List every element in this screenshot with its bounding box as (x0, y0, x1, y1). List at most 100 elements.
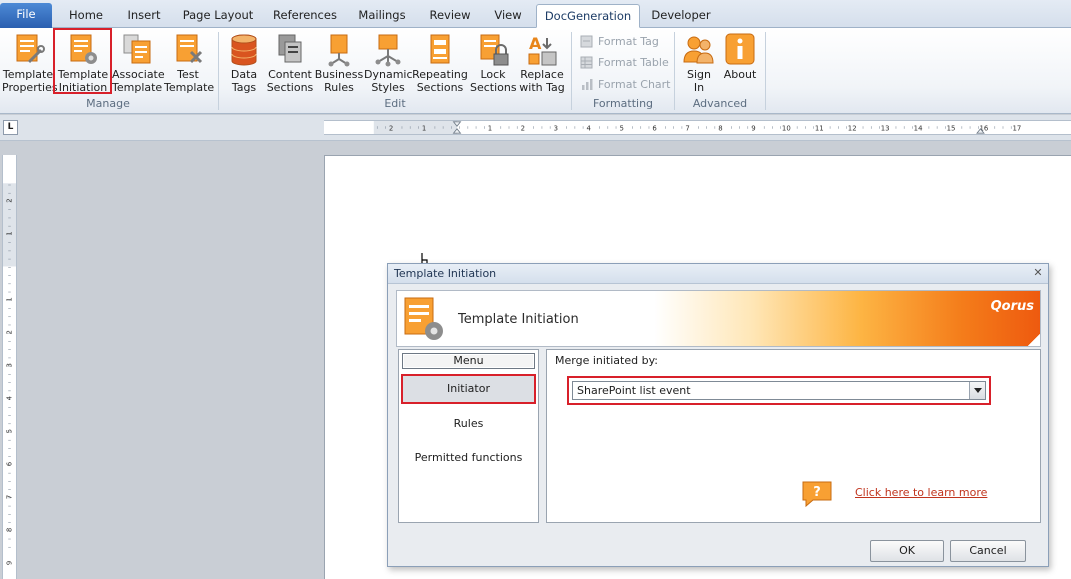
ruler-label: 2 (389, 125, 393, 133)
associate-template-icon (123, 34, 151, 64)
chevron-down-icon[interactable] (969, 382, 985, 399)
test-template-button[interactable]: Test Template (164, 30, 215, 100)
data-tags-label: Data Tags (230, 68, 258, 94)
format-tag-label: Format Tag (598, 34, 659, 48)
ruler-label: 1 (488, 125, 492, 133)
tab-file[interactable]: File (0, 3, 52, 28)
database-icon (231, 34, 257, 66)
tab-references[interactable]: References (266, 4, 344, 28)
merge-initiator-select[interactable]: SharePoint list event (572, 381, 986, 400)
close-icon[interactable]: ✕ (1031, 266, 1045, 280)
initiator-content-pane: Merge initiated by: SharePoint list even… (546, 349, 1041, 523)
merge-initiator-highlight: SharePoint list event (567, 376, 991, 405)
lock-sections-button[interactable]: Lock Sections (470, 30, 517, 100)
template-properties-button[interactable]: Template Properties (2, 30, 58, 100)
ruler-label: 13 (881, 125, 890, 133)
group-separator (765, 32, 766, 110)
repeating-sections-label: Repeating Sections (412, 68, 468, 94)
group-label-manage: Manage (86, 97, 130, 110)
menu-item-initiator[interactable]: Initiator (401, 374, 536, 404)
ruler-label: 9 (5, 561, 13, 565)
data-tags-button[interactable]: Data Tags (224, 30, 264, 100)
help-icon[interactable]: ? (801, 480, 833, 508)
ruler-label: 5 (619, 125, 623, 133)
dynamic-styles-button[interactable]: Dynamic Styles (364, 30, 413, 100)
business-rules-button[interactable]: Business Rules (314, 30, 364, 100)
ruler-label: 8 (5, 528, 13, 532)
test-template-label: Test Template (164, 68, 215, 94)
business-rules-icon (328, 34, 350, 67)
replace-icon: A (528, 34, 557, 66)
repeating-sections-button[interactable]: Repeating Sections (412, 30, 468, 100)
sign-in-button[interactable]: Sign In (680, 30, 718, 100)
group-label-formatting: Formatting (592, 97, 654, 110)
ruler-label: 11 (815, 125, 824, 133)
ok-button[interactable]: OK (870, 540, 944, 562)
format-chart-icon (582, 78, 593, 90)
svg-text:A: A (529, 34, 542, 53)
banner-corner (1028, 334, 1040, 346)
template-properties-icon (16, 34, 45, 64)
menu-header: Menu (402, 353, 535, 369)
ruler-label: 1 (5, 231, 13, 235)
vertical-ruler[interactable]: 2112345678910 (2, 155, 17, 579)
tab-review[interactable]: Review (422, 4, 478, 28)
tab-mailings[interactable]: Mailings (350, 4, 414, 28)
tab-view[interactable]: View (484, 4, 532, 28)
content-sections-icon (278, 34, 302, 63)
qorus-logo: Qorus (990, 299, 1034, 314)
template-initiation-dialog: Template Initiation ✕ Template Initiatio… (387, 263, 1049, 567)
menu-item-permitted-functions[interactable]: Permitted functions (401, 443, 536, 473)
ruler-label: 1 (422, 125, 426, 133)
learn-more-link[interactable]: Click here to learn more (855, 486, 987, 499)
template-properties-label: Template Properties (2, 68, 58, 94)
content-sections-button[interactable]: Content Sections (266, 30, 314, 100)
ruler-label: 10 (782, 125, 791, 133)
sign-in-label: Sign In (687, 68, 711, 94)
banner-title: Template Initiation (458, 312, 579, 327)
horizontal-ruler[interactable]: 2 1 1 2 3 4 5 6 7 8 9 10 11 12 13 14 15 16 17 (324, 120, 1071, 135)
ribbon-docgeneration: Template Properties Template Initiation … (0, 28, 1071, 114)
associate-template-label: Associate Template (112, 68, 165, 94)
ribbon-tab-bar: File Home Insert Page Layout References … (0, 0, 1071, 28)
format-table-button[interactable]: Format Table (579, 53, 669, 71)
ruler-label: 2 (6, 198, 14, 202)
tab-selector[interactable]: L (3, 120, 18, 135)
dialog-banner: Template Initiation Qorus (396, 290, 1041, 347)
format-tag-button[interactable]: Format Tag (579, 32, 659, 50)
about-label: About (723, 68, 757, 81)
associate-template-button[interactable]: Associate Template (112, 30, 165, 100)
group-separator (218, 32, 219, 110)
lock-icon (480, 34, 509, 66)
group-label-advanced: Advanced (692, 97, 748, 110)
ruler-label: 4 (5, 395, 13, 400)
repeating-sections-icon (430, 34, 450, 64)
merge-initiator-value: SharePoint list event (577, 384, 691, 397)
format-table-icon (580, 56, 593, 68)
tab-home[interactable]: Home (58, 4, 114, 28)
tab-page-layout[interactable]: Page Layout (178, 4, 258, 28)
ruler-label: 14 (914, 125, 923, 133)
svg-text:?: ? (813, 485, 821, 500)
menu-item-rules[interactable]: Rules (401, 409, 536, 439)
tab-docgeneration[interactable]: DocGeneration (536, 4, 640, 28)
format-chart-button[interactable]: Format Chart (579, 75, 671, 93)
tab-insert[interactable]: Insert (116, 4, 172, 28)
ruler-label: 3 (5, 363, 13, 367)
group-separator (674, 32, 675, 110)
menu-pane: Menu Initiator Rules Permitted functions (398, 349, 539, 523)
ruler-label: 5 (5, 429, 13, 433)
replace-with-tag-button[interactable]: A Replace with Tag (518, 30, 566, 100)
ruler-label: 2 (521, 125, 525, 133)
dialog-title-bar: Template Initiation ✕ (388, 264, 1048, 284)
replace-with-tag-label: Replace with Tag (519, 68, 565, 94)
ruler-label: 7 (685, 125, 689, 133)
ruler-label: 17 (1012, 125, 1021, 133)
dynamic-styles-label: Dynamic Styles (364, 68, 413, 94)
ruler-label: 7 (5, 495, 13, 499)
tab-developer[interactable]: Developer (646, 4, 716, 28)
ruler-label: 3 (554, 125, 558, 133)
users-icon (683, 36, 714, 64)
cancel-button[interactable]: Cancel (950, 540, 1026, 562)
about-button[interactable]: About (720, 30, 760, 100)
